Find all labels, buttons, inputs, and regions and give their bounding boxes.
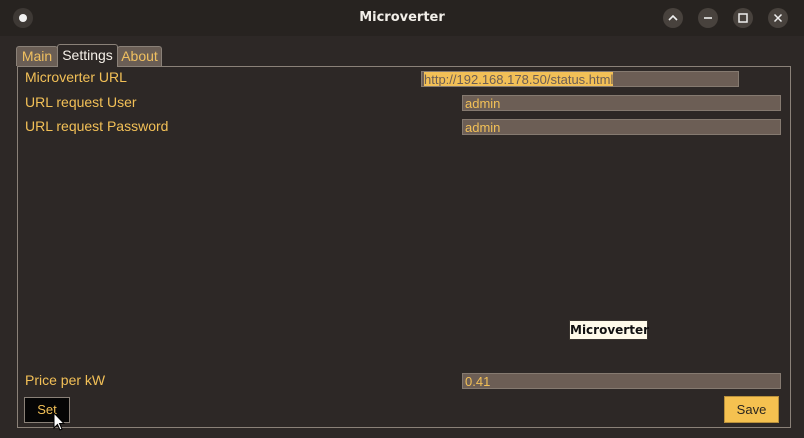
price-label: Price per kW xyxy=(25,372,106,388)
tooltip: Microverter xyxy=(569,320,649,340)
minimize-button[interactable] xyxy=(663,8,683,28)
tab-about[interactable]: About xyxy=(117,46,162,66)
restore-button[interactable] xyxy=(698,8,718,28)
square-icon xyxy=(738,13,748,23)
tab-main[interactable]: Main xyxy=(16,46,58,66)
close-icon xyxy=(773,13,783,23)
title-bar[interactable]: Microverter xyxy=(0,0,804,36)
chevron-up-icon xyxy=(668,14,678,21)
close-button[interactable] xyxy=(768,8,788,28)
user-field[interactable]: admin xyxy=(462,95,781,111)
password-field[interactable]: admin xyxy=(462,119,781,135)
tab-settings[interactable]: Settings xyxy=(57,44,118,67)
mouse-cursor-icon xyxy=(53,412,66,431)
window-title: Microverter xyxy=(359,10,445,25)
user-label: URL request User xyxy=(25,94,137,110)
url-label: Microverter URL xyxy=(25,69,127,85)
maximize-button[interactable] xyxy=(733,8,753,28)
password-label: URL request Password xyxy=(25,118,169,134)
price-field[interactable]: 0.41 xyxy=(462,373,781,389)
app-window: Microverter Main Settings About Microver… xyxy=(0,0,804,438)
url-field[interactable]: http://192.168.178.50/status.html xyxy=(421,71,739,87)
save-button[interactable]: Save xyxy=(724,396,779,423)
minus-icon xyxy=(704,17,712,19)
url-field-value: http://192.168.178.50/status.html xyxy=(424,72,614,87)
